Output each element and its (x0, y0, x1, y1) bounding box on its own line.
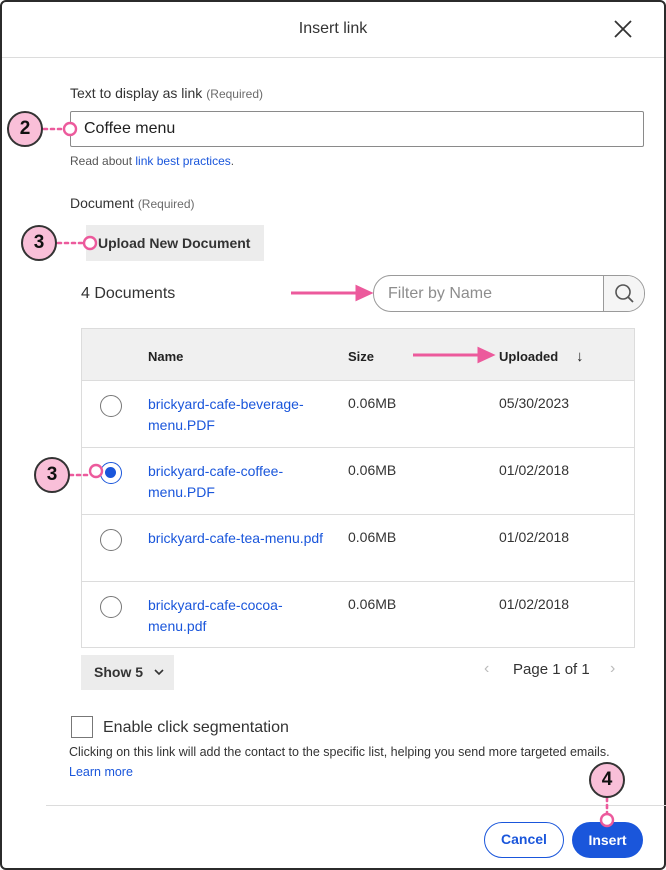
document-uploaded-date: 05/30/2023 (499, 395, 570, 411)
document-uploaded-date: 01/02/2018 (499, 596, 570, 612)
table-row[interactable]: brickyard-cafe-beverage-menu.PDF 0.06MB 05… (82, 381, 634, 448)
document-radio[interactable] (100, 462, 122, 484)
insert-button[interactable]: Insert (572, 822, 643, 858)
column-uploaded[interactable]: Uploaded (499, 349, 558, 364)
table-row[interactable]: brickyard-cafe-tea-menu.pdf 0.06MB 01/02/2… (82, 515, 634, 582)
column-size[interactable]: Size (348, 349, 374, 364)
next-page-button[interactable]: › (610, 660, 615, 678)
segmentation-label: Enable click segmentation (103, 719, 289, 736)
arrow-down-icon[interactable]: ↓ (576, 348, 584, 365)
link-best-practices-link[interactable]: link best practices (135, 154, 230, 168)
filter-arrow-head (355, 284, 374, 302)
callout-badge: 3 (21, 225, 57, 261)
documents-table: Name Size Uploaded ↓ brickyard-cafe-beve… (81, 328, 635, 648)
document-size: 0.06MB (348, 596, 397, 612)
help-suffix: . (230, 154, 235, 168)
page-indicator: Page 1 of 1 (513, 661, 590, 678)
document-name-link[interactable]: brickyard-cafe-tea-menu.pdf (148, 528, 326, 549)
dialog-title: Insert link (298, 20, 368, 37)
link-text-label-text: Text to display as link (70, 85, 203, 101)
cancel-button[interactable]: Cancel (484, 822, 564, 858)
document-size: 0.06MB (348, 529, 397, 545)
segmentation-description: Clicking on this link will add the conta… (69, 745, 610, 759)
help-prefix: Read about (70, 154, 136, 168)
callout-badge: 3 (34, 457, 70, 493)
upload-new-document-button[interactable]: Upload New Document (86, 225, 264, 261)
column-name[interactable]: Name (148, 349, 183, 364)
dialog-header: Insert link (2, 2, 664, 58)
document-uploaded-date: 01/02/2018 (499, 462, 570, 478)
segmentation-checkbox[interactable] (71, 716, 93, 738)
document-name-link[interactable]: brickyard-cafe-coffee-menu.PDF (148, 461, 326, 503)
link-help-text: Read about link best practices. (70, 154, 234, 168)
document-radio[interactable] (100, 395, 122, 417)
previous-page-button[interactable]: ‹ (484, 660, 489, 678)
document-label: Document (Required) (70, 195, 195, 211)
chevron-down-icon (153, 655, 165, 704)
close-icon[interactable] (612, 18, 634, 40)
show-count-label: Show 5 (94, 664, 144, 680)
table-header: Name Size Uploaded ↓ (82, 329, 634, 381)
required-hint: (Required) (206, 87, 263, 101)
insert-link-dialog: Insert link Text to display as link (Requ… (0, 0, 666, 870)
filter-input[interactable] (374, 276, 604, 311)
search-button[interactable] (603, 276, 644, 311)
table-row[interactable]: brickyard-cafe-cocoa-menu.pdf 0.06MB 01/02… (82, 582, 634, 649)
required-hint: (Required) (137, 197, 195, 211)
document-label-text: Document (70, 195, 134, 211)
show-count-dropdown[interactable]: Show 5 (81, 655, 174, 690)
link-text-input[interactable] (70, 111, 644, 147)
filter-field (373, 275, 645, 312)
document-radio[interactable] (100, 529, 122, 551)
search-icon (615, 284, 634, 303)
document-name-link[interactable]: brickyard-cafe-cocoa-menu.pdf (148, 595, 326, 637)
document-name-link[interactable]: brickyard-cafe-beverage-menu.PDF (148, 394, 326, 436)
document-count: 4 Documents (81, 285, 176, 302)
callout-badge: 2 (7, 111, 43, 147)
document-uploaded-date: 01/02/2018 (499, 529, 570, 545)
callout-badge: 4 (589, 762, 625, 798)
document-size: 0.06MB (348, 395, 397, 411)
document-radio[interactable] (100, 596, 122, 618)
table-row[interactable]: brickyard-cafe-coffee-menu.PDF 0.06MB 01/0… (82, 448, 634, 515)
footer-divider (46, 805, 666, 806)
document-size: 0.06MB (348, 462, 397, 478)
link-text-label: Text to display as link (Required) (70, 85, 263, 101)
learn-more-link[interactable]: Learn more (69, 765, 133, 779)
